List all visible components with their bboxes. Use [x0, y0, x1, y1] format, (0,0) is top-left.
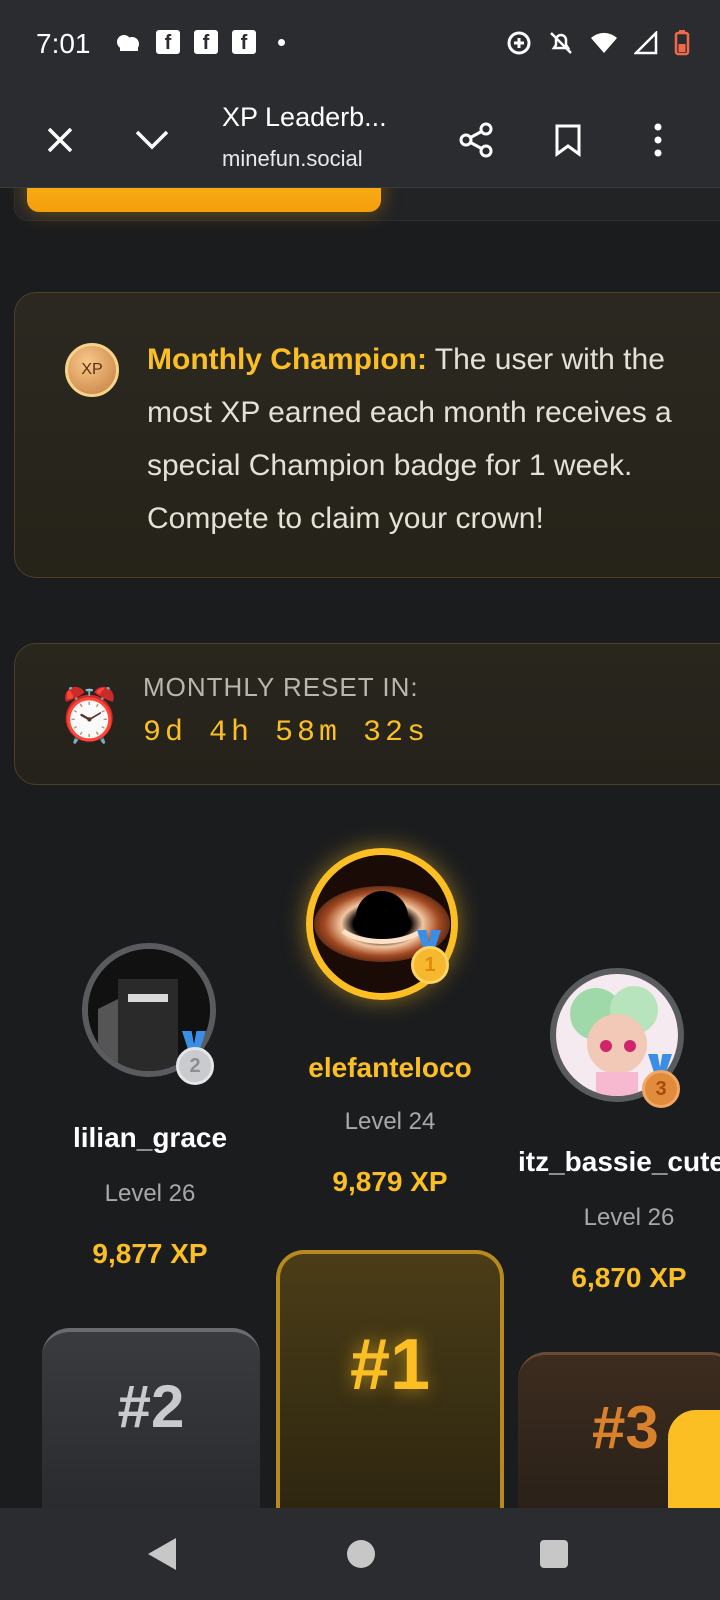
- status-icons-left: f f f: [114, 30, 285, 54]
- status-time: 7:01: [36, 28, 91, 59]
- page-title: XP Leaderb...: [222, 102, 387, 132]
- close-button[interactable]: [30, 110, 90, 170]
- wifi-icon: [591, 32, 617, 53]
- tab-all-time[interactable]: [395, 188, 720, 212]
- facebook-icon: f: [194, 30, 218, 54]
- level-rank-3: Level 26: [583, 1204, 675, 1231]
- mute-icon: [550, 32, 572, 54]
- monthly-champion-card: XP Monthly Champion: The user with the m…: [14, 292, 720, 578]
- medal-number: 3: [642, 1070, 680, 1108]
- monthly-reset-card: ⏰ MONTHLY RESET IN: 9d 4h 58m 32s: [14, 643, 720, 785]
- signal-icon: [634, 31, 658, 55]
- status-bar: 7:01 f f f: [0, 0, 720, 90]
- share-button[interactable]: [446, 110, 506, 170]
- podium-block-2: #2: [42, 1328, 260, 1508]
- facebook-icon: f: [232, 30, 256, 54]
- more-vert-icon: [654, 123, 662, 157]
- reset-countdown: 9d 4h 58m 32s: [143, 716, 430, 750]
- bronze-medal-icon: 3: [640, 1054, 680, 1108]
- bookmark-button[interactable]: [538, 110, 598, 170]
- tab-this-month[interactable]: [27, 188, 381, 212]
- champion-description: Monthly Champion: The user with the most…: [147, 333, 707, 545]
- more-options-button[interactable]: [628, 110, 688, 170]
- status-icons-right: [506, 30, 690, 56]
- medal-number: 1: [411, 946, 449, 984]
- gold-medal-icon: 1: [409, 930, 449, 984]
- alarm-clock-icon: ⏰: [57, 687, 122, 745]
- battery-low-icon: [674, 30, 690, 56]
- facebook-icon: f: [156, 30, 180, 54]
- period-tabs: [14, 188, 720, 221]
- home-icon[interactable]: [347, 1540, 375, 1568]
- notification-dot-icon: [278, 38, 285, 46]
- bookmark-icon: [555, 124, 581, 157]
- weather-icon: [117, 35, 139, 51]
- close-icon: [47, 127, 73, 153]
- champion-heading: Monthly Champion:: [147, 343, 427, 376]
- browser-toolbar: XP Leaderb... minefun.social: [0, 90, 720, 188]
- system-navigation-bar: [0, 1508, 720, 1600]
- level-rank-2: Level 26: [104, 1180, 196, 1207]
- podium-block-1: #1: [276, 1250, 504, 1508]
- xp-rank-1: 9,879 XP: [332, 1166, 448, 1197]
- level-rank-1: Level 24: [344, 1108, 436, 1135]
- chevron-down-icon: [135, 130, 169, 150]
- username-rank-2[interactable]: lilian_grace: [30, 1122, 270, 1154]
- xp-coin-icon: XP: [65, 343, 119, 397]
- reset-label: MONTHLY RESET IN:: [143, 672, 419, 702]
- xp-rank-2: 9,877 XP: [92, 1238, 208, 1269]
- recent-apps-icon[interactable]: [540, 1540, 568, 1568]
- username-rank-1[interactable]: elefanteloco: [262, 1052, 518, 1084]
- data-saver-icon: [507, 31, 531, 55]
- share-icon: [459, 122, 493, 158]
- medal-number: 2: [176, 1047, 214, 1085]
- username-rank-3[interactable]: itz_bassie_cute: [518, 1146, 720, 1178]
- back-icon[interactable]: [148, 1538, 176, 1570]
- silver-medal-icon: 2: [174, 1031, 214, 1085]
- xp-rank-3: 6,870 XP: [571, 1262, 687, 1293]
- page-content: XP Monthly Champion: The user with the m…: [0, 188, 720, 1508]
- page-url: minefun.social: [222, 146, 363, 171]
- minimize-button[interactable]: [122, 110, 182, 170]
- xp-coin-label: XP: [81, 361, 103, 378]
- floating-action-button[interactable]: [668, 1410, 720, 1508]
